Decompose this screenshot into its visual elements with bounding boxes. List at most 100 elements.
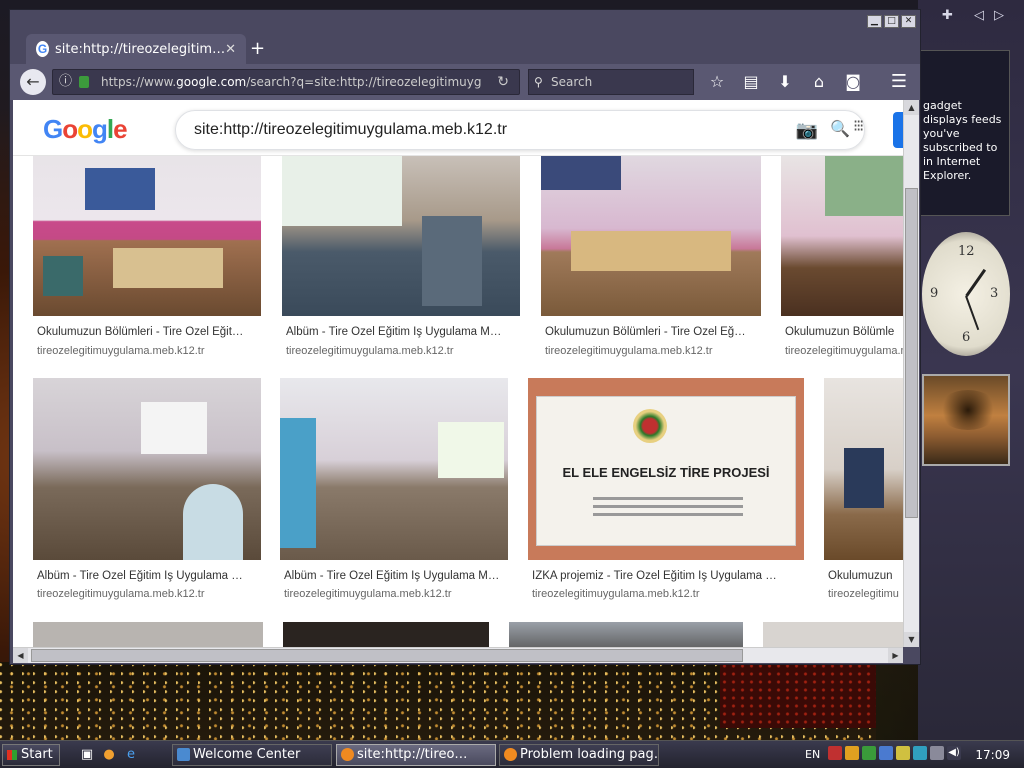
search-icon: ⚲ bbox=[534, 75, 543, 89]
image-results-grid: Okulumuzun Bölümleri - Tire Özel Eğit… t… bbox=[13, 156, 903, 647]
result-source: tireozelegitimuygulama.meb.k12.tr bbox=[37, 588, 205, 600]
update-tray-icon[interactable] bbox=[845, 746, 859, 760]
horizontal-scrollbar[interactable]: ◀ ▶ bbox=[13, 647, 903, 663]
google-header: Google site:http://tireozelegitimuygulam… bbox=[13, 100, 903, 156]
task-label: Welcome Center bbox=[193, 747, 301, 762]
pocket-icon[interactable]: ◙ bbox=[836, 69, 870, 95]
volume-icon[interactable]: ◀) bbox=[947, 746, 961, 760]
url-prefix: https://www. bbox=[101, 75, 177, 89]
result-title[interactable]: Okulumuzun Bölümle bbox=[785, 326, 903, 338]
sign-in-button[interactable] bbox=[893, 112, 903, 148]
reload-icon[interactable]: ↻ bbox=[497, 70, 509, 94]
result-thumbnail[interactable] bbox=[824, 378, 903, 560]
firefox-icon bbox=[504, 748, 517, 761]
firefox-icon bbox=[341, 748, 354, 761]
camera-search-icon[interactable]: 📷 bbox=[796, 111, 818, 149]
scroll-left-arrow[interactable]: ◀ bbox=[13, 648, 28, 663]
result-title[interactable]: Albüm - Tire Özel Eğitim İş Uygulama M… bbox=[284, 570, 508, 582]
close-window-button[interactable]: ✕ bbox=[901, 15, 916, 28]
logo-letter-6: e bbox=[113, 114, 128, 144]
result-source: tireozelegitimuygulama.meb.k12.tr bbox=[37, 345, 205, 357]
task-firefox-search[interactable]: site:http://tireo… bbox=[336, 744, 496, 766]
device-tray-icon[interactable] bbox=[930, 746, 944, 760]
result-thumbnail[interactable] bbox=[509, 622, 743, 647]
result-source: tireozelegitimuygulama.meb.k12.tr bbox=[545, 345, 713, 357]
result-thumbnail[interactable] bbox=[280, 378, 508, 560]
downloads-icon[interactable]: ⬇ bbox=[768, 69, 802, 95]
tab-title: site:http://tireozelegitim… bbox=[55, 41, 226, 57]
result-source: tireozelegitimuygulama.meb.k12.tr bbox=[532, 588, 700, 600]
feed-gadget: gadget displays feeds you've subscribed … bbox=[918, 50, 1010, 216]
clock-gadget: 12 3 6 9 bbox=[920, 230, 1012, 358]
task-firefox-problem[interactable]: Problem loading pag… bbox=[499, 744, 659, 766]
add-gadget-icon[interactable]: ✚ bbox=[942, 8, 953, 23]
ie-quicklaunch-icon[interactable]: e bbox=[122, 746, 140, 764]
result-thumbnail[interactable] bbox=[33, 622, 263, 647]
result-source: tireozelegitimu bbox=[828, 588, 899, 600]
result-title[interactable]: İZKA projemiz - Tire Özel Eğitim İş Uygu… bbox=[532, 570, 804, 582]
maximize-button[interactable]: □ bbox=[884, 15, 899, 28]
sign-title: EL ELE ENGELSİZ TİRE PROJESİ bbox=[562, 465, 770, 480]
result-title[interactable]: Albüm - Tire Özel Eğitim İş Uygulama … bbox=[37, 570, 261, 582]
prev-gadget-icon[interactable]: ◁ bbox=[974, 8, 984, 23]
language-indicator[interactable]: EN bbox=[805, 748, 820, 761]
clock-numeral-6: 6 bbox=[962, 330, 971, 345]
tab-close-icon[interactable]: ✕ bbox=[225, 42, 236, 57]
minimize-button[interactable]: ▁ bbox=[867, 15, 882, 28]
scroll-up-arrow[interactable]: ▲ bbox=[904, 100, 919, 115]
result-title[interactable]: Okulumuzun Bölümleri - Tire Özel Eğ… bbox=[545, 326, 761, 338]
horizontal-scroll-thumb[interactable] bbox=[31, 649, 743, 662]
hamburger-menu-icon[interactable]: ☰ bbox=[886, 69, 912, 95]
site-info-icon[interactable]: ⓘ bbox=[59, 70, 72, 94]
result-source: tireozelegitimuygulama.meb.k12.tr bbox=[785, 345, 903, 357]
result-thumbnail[interactable] bbox=[33, 378, 261, 560]
result-title[interactable]: Okulumuzun Bölümleri - Tire Özel Eğit… bbox=[37, 326, 261, 338]
result-thumbnail[interactable] bbox=[763, 622, 903, 647]
logo-letter-4: g bbox=[92, 114, 108, 144]
apps-grid-icon[interactable]: ⁝⁝⁝ bbox=[853, 116, 864, 135]
home-icon[interactable]: ⌂ bbox=[802, 69, 836, 95]
security-tray-icon[interactable] bbox=[828, 746, 842, 760]
result-title[interactable]: Okulumuzun bbox=[828, 570, 903, 582]
firefox-quicklaunch-icon[interactable]: ● bbox=[100, 746, 118, 764]
search-box[interactable]: ⚲ Search bbox=[528, 69, 694, 95]
quick-launch: ▣ ● e bbox=[78, 746, 140, 764]
utility-tray-icon[interactable] bbox=[896, 746, 910, 760]
scroll-right-arrow[interactable]: ▶ bbox=[888, 648, 903, 663]
result-thumbnail[interactable] bbox=[282, 156, 520, 316]
vertical-scroll-thumb[interactable] bbox=[905, 188, 918, 518]
logo-letter-2: o bbox=[62, 114, 78, 144]
task-welcome-center[interactable]: Welcome Center bbox=[172, 744, 332, 766]
clock-numeral-9: 9 bbox=[930, 286, 939, 301]
system-tray: EN ◀) 17:09 bbox=[800, 744, 1022, 766]
app-tray-icon[interactable] bbox=[862, 746, 876, 760]
taskbar-clock[interactable]: 17:09 bbox=[975, 748, 1010, 762]
result-thumbnail[interactable] bbox=[283, 622, 489, 647]
result-thumbnail[interactable] bbox=[33, 156, 261, 316]
next-gadget-icon[interactable]: ▷ bbox=[994, 8, 1004, 23]
result-thumbnail[interactable]: EL ELE ENGELSİZ TİRE PROJESİ bbox=[528, 378, 804, 560]
sync-tray-icon[interactable] bbox=[913, 746, 927, 760]
task-label: Problem loading pag… bbox=[520, 747, 659, 762]
google-search-input[interactable]: site:http://tireozelegitimuygulama.meb.k… bbox=[175, 110, 865, 150]
scroll-down-arrow[interactable]: ▼ bbox=[904, 632, 919, 647]
reading-list-icon[interactable]: ▤ bbox=[734, 69, 768, 95]
vertical-scrollbar[interactable]: ▲ ▼ bbox=[903, 100, 919, 647]
show-desktop-icon[interactable]: ▣ bbox=[78, 746, 96, 764]
result-thumbnail[interactable] bbox=[541, 156, 761, 316]
slideshow-gadget[interactable] bbox=[922, 374, 1010, 466]
url-bar[interactable]: ⓘ https://www.google.com/search?q=site:h… bbox=[52, 69, 520, 95]
bookmark-star-icon[interactable]: ☆ bbox=[700, 69, 734, 95]
result-source: tireozelegitimuygulama.meb.k12.tr bbox=[284, 588, 452, 600]
new-tab-button[interactable]: + bbox=[250, 38, 265, 59]
back-button[interactable]: ← bbox=[20, 69, 46, 95]
start-button[interactable]: Start bbox=[2, 744, 60, 766]
result-source: tireozelegitimuygulama.meb.k12.tr bbox=[286, 345, 454, 357]
google-search-icon[interactable]: 🔍 bbox=[830, 111, 850, 149]
nav-toolbar: ← ⓘ https://www.google.com/search?q=site… bbox=[10, 64, 920, 100]
result-thumbnail[interactable] bbox=[781, 156, 903, 316]
tab-google-search[interactable]: G site:http://tireozelegitim… ✕ bbox=[26, 34, 246, 64]
result-title[interactable]: Albüm - Tire Özel Eğitim İş Uygulama M… bbox=[286, 326, 520, 338]
google-logo[interactable]: Google bbox=[43, 114, 128, 145]
network-tray-icon[interactable] bbox=[879, 746, 893, 760]
